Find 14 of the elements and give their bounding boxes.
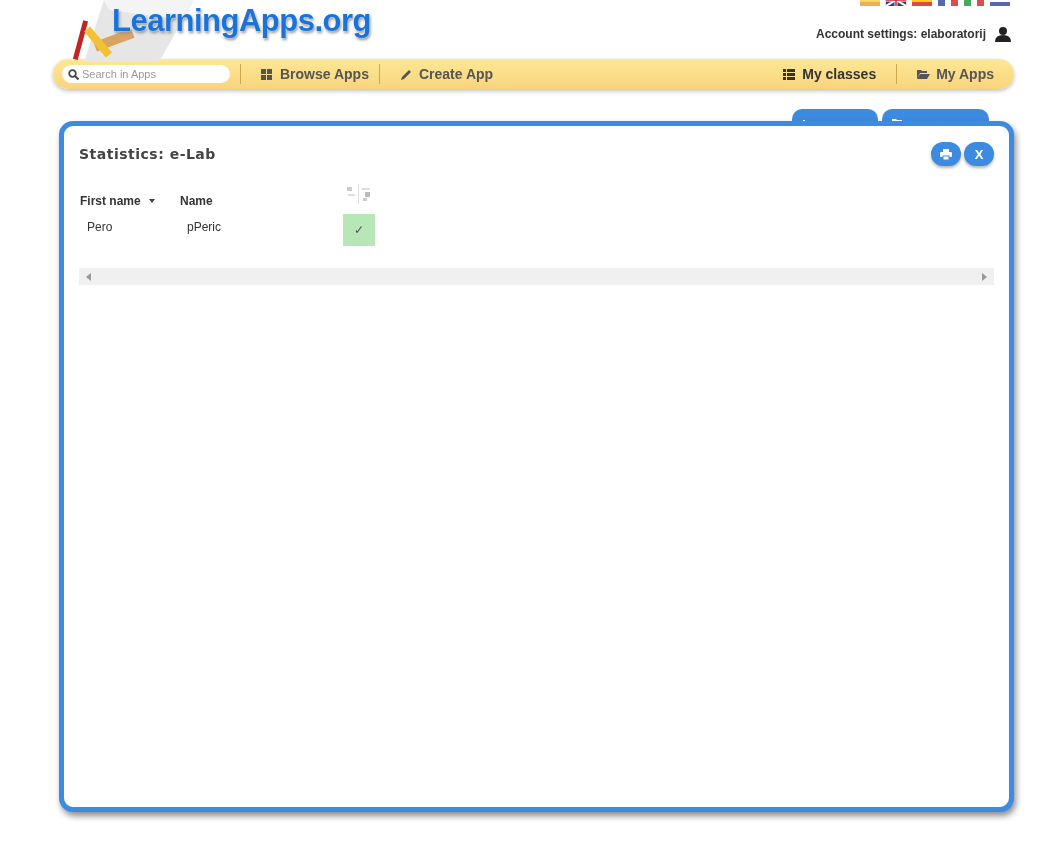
column-header[interactable]: Name [180, 194, 343, 208]
nav-item[interactable]: My classes [763, 64, 897, 84]
nav-item[interactable]: My Apps [896, 64, 1014, 84]
nav-item[interactable]: Create App [378, 64, 504, 84]
search-field[interactable]: Search in Apps [62, 65, 230, 83]
close-button[interactable]: X [964, 142, 994, 166]
column-header[interactable]: First name [79, 194, 180, 208]
dialog-title: Statistics: e-Lab [79, 146, 216, 162]
logo[interactable]: LearningApps.org [112, 3, 371, 39]
table-cell-text: Pero [86, 220, 114, 234]
result-cell: ✓ [343, 214, 375, 246]
table-cell-text: pPeric [187, 220, 222, 234]
nav-item[interactable]: Browse Apps [240, 64, 379, 84]
account-link[interactable]: Account settings: elaboratorij [815, 27, 986, 41]
